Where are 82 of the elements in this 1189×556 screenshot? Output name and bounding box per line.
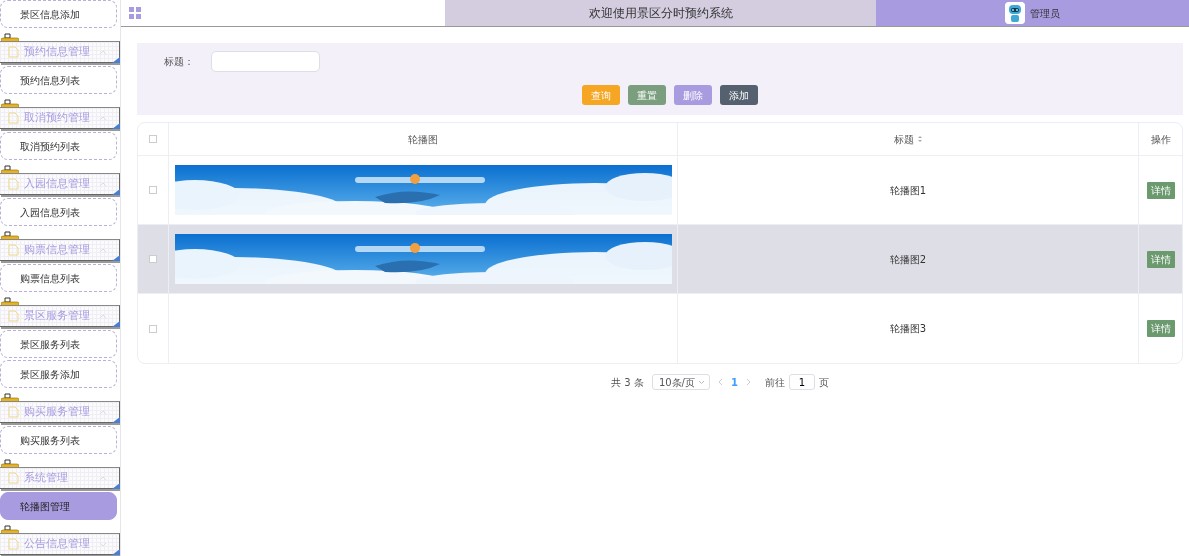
page-size-select[interactable]: 10条/页 (651, 374, 710, 390)
details-button[interactable]: 详情 (1146, 181, 1175, 199)
sidebar-item[interactable]: 轮播图管理 (0, 492, 117, 520)
details-button[interactable]: 详情 (1146, 320, 1175, 337)
folded-corner-icon (112, 189, 120, 195)
page-suffix: 页 (818, 375, 829, 390)
field-label: 标题： (164, 55, 195, 69)
checkbox[interactable] (149, 186, 157, 194)
next-page-icon[interactable] (745, 378, 751, 386)
document-icon (8, 538, 19, 550)
previous-page-icon[interactable] (717, 378, 723, 386)
chevron-up-icon (99, 48, 107, 56)
sidebar-group[interactable]: 入园信息管理 (0, 173, 120, 195)
binder-clip-icon (1, 458, 19, 467)
folded-corner-icon (112, 549, 120, 555)
chevron-up-icon (99, 312, 107, 320)
sidebar-item[interactable]: 景区信息添加 (0, 0, 117, 28)
column-header[interactable]: 标题 (893, 131, 914, 147)
table-cell-text: 轮播图3 (889, 322, 927, 336)
document-icon (8, 310, 19, 322)
page-number[interactable]: 1 (730, 374, 738, 390)
checkbox[interactable] (149, 255, 157, 263)
table-cell-text: 轮播图2 (889, 252, 927, 267)
document-icon (8, 46, 19, 58)
sidebar-group[interactable]: 取消预约管理 (0, 107, 120, 129)
folded-corner-icon (112, 255, 120, 261)
title-input-field[interactable] (211, 51, 320, 72)
add-button[interactable]: 添加 (719, 85, 758, 105)
sidebar-item[interactable]: 景区服务列表 (0, 330, 117, 358)
sidebar-group[interactable]: 购票信息管理 (0, 239, 120, 261)
sidebar-item[interactable]: 取消预约列表 (0, 132, 117, 160)
checkbox[interactable] (149, 135, 157, 143)
grid-menu-icon[interactable] (129, 7, 141, 19)
sidebar-group[interactable]: 系统管理 (0, 467, 120, 489)
robot-avatar-icon (1005, 2, 1025, 24)
sidebar-group[interactable]: 公告信息管理 (0, 533, 120, 555)
table-cell-text: 轮播图1 (889, 183, 927, 198)
column-header: 操作 (1150, 132, 1171, 147)
binder-clip-icon (1, 164, 19, 173)
document-icon (8, 244, 19, 256)
user-role[interactable]: 管理员 (1030, 5, 1060, 21)
details-button[interactable]: 详情 (1146, 250, 1175, 268)
binder-clip-icon (1, 296, 19, 305)
folded-corner-icon (112, 57, 120, 63)
page-input-field[interactable]: 1 (788, 374, 815, 390)
document-icon (8, 472, 19, 484)
caret-icon (697, 379, 705, 385)
sidebar-group[interactable]: 景区服务管理 (0, 305, 120, 327)
sort-icon[interactable] (916, 135, 923, 143)
delete-button[interactable]: 删除 (673, 85, 712, 105)
app-title: 欢迎使用景区分时预约系统 (588, 5, 733, 22)
folded-corner-icon (112, 483, 120, 489)
binder-clip-icon (1, 392, 19, 401)
chevron-down-icon (99, 540, 107, 548)
chevron-up-icon (99, 180, 107, 188)
document-icon (8, 178, 19, 190)
sidebar-item[interactable]: 购票信息列表 (0, 264, 117, 292)
binder-clip-icon (1, 230, 19, 239)
search-button[interactable]: 查询 (581, 85, 620, 105)
chevron-up-icon (99, 246, 107, 254)
reset-button[interactable]: 重置 (627, 85, 666, 105)
column-header: 轮播图 (408, 132, 438, 147)
binder-clip-icon (1, 32, 19, 41)
folded-corner-icon (112, 123, 120, 129)
sidebar-item[interactable]: 景区服务添加 (0, 360, 117, 388)
sidebar-item[interactable]: 预约信息列表 (0, 66, 117, 94)
binder-clip-icon (1, 98, 19, 107)
total-count: 共 3 条 (611, 375, 644, 390)
checkbox[interactable] (149, 324, 157, 333)
sidebar-item[interactable]: 购买服务列表 (0, 426, 117, 454)
folded-corner-icon (112, 417, 120, 423)
chevron-up-icon (99, 114, 107, 122)
sidebar-item[interactable]: 入园信息列表 (0, 198, 117, 226)
folded-corner-icon (112, 321, 120, 327)
sidebar-group[interactable]: 购买服务管理 (0, 401, 120, 423)
document-icon (8, 112, 19, 124)
sidebar-group[interactable]: 预约信息管理 (0, 41, 120, 63)
chevron-up-icon (99, 408, 107, 416)
document-icon (8, 406, 19, 418)
binder-clip-icon (1, 524, 19, 533)
goto-label: 前往 (764, 375, 785, 390)
chevron-up-icon (99, 474, 107, 482)
